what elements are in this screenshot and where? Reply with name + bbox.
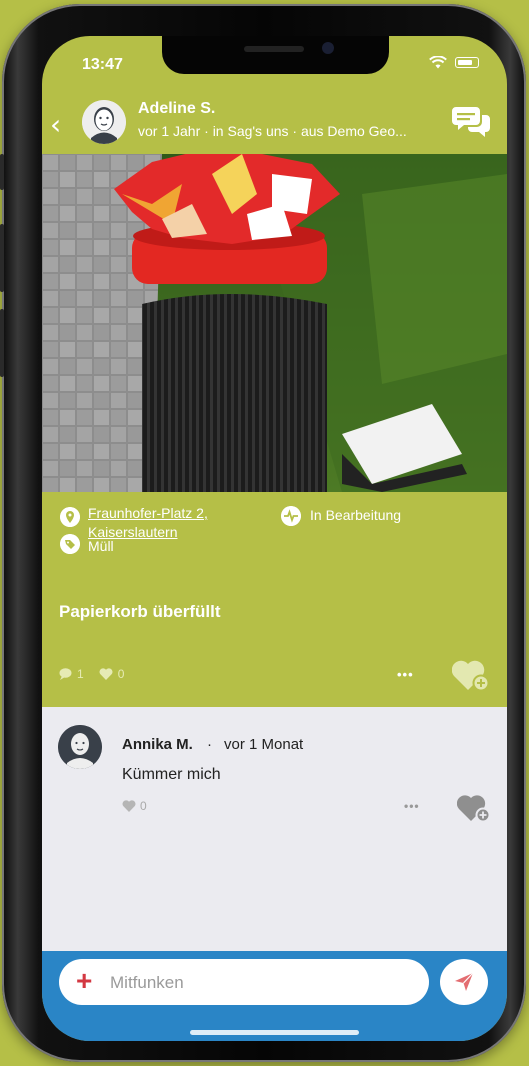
comment-separator: ·	[207, 736, 212, 753]
post-info: Fraunhofer-Platz 2, Kaiserslautern In Be…	[42, 492, 507, 707]
comment-composer: +	[42, 951, 507, 1041]
trash-bin-image	[42, 154, 507, 492]
battery-icon	[455, 57, 479, 68]
back-chevron-icon[interactable]: ‹	[50, 108, 61, 141]
post-status: In Bearbeitung	[310, 507, 402, 523]
heart-plus-icon[interactable]	[452, 659, 490, 692]
volume-down-button	[0, 309, 4, 377]
post-author-name[interactable]: Adeline S.	[138, 100, 215, 118]
like-count: 0	[117, 667, 125, 681]
send-button[interactable]	[440, 959, 488, 1005]
screen: 13:47 ‹ Adeline S. vor 1 Jahr · in Sag's…	[42, 36, 507, 1041]
comment-like-count: 0	[140, 799, 147, 813]
post-title: Papierkorb überfüllt	[59, 602, 221, 621]
chat-bubbles-icon[interactable]	[452, 104, 490, 138]
post-meta: vor 1 Jahr · in Sag's uns · aus Demo Geo…	[138, 123, 407, 139]
post-photo[interactable]	[42, 154, 507, 492]
address-line-1: Fraunhofer-Platz 2,	[88, 505, 208, 521]
comment-count: 1	[77, 667, 84, 681]
location-pin-icon	[60, 507, 80, 527]
home-indicator	[190, 1030, 359, 1035]
avatar-face-icon	[58, 725, 102, 769]
heart-icon[interactable]	[122, 800, 136, 812]
silent-switch	[0, 154, 4, 190]
front-camera	[322, 42, 334, 54]
add-attachment-icon[interactable]: +	[76, 967, 92, 995]
comment-input[interactable]	[108, 959, 412, 1007]
post-counts: 1 0	[59, 667, 124, 681]
volume-up-button	[0, 224, 4, 292]
pulse-icon	[281, 506, 301, 526]
notch	[162, 36, 389, 74]
address-line-2: Kaiserslautern	[88, 524, 178, 540]
wifi-icon	[429, 56, 447, 69]
comment-time: vor 1 Monat	[224, 736, 304, 753]
heart-plus-icon[interactable]	[457, 793, 491, 823]
heart-icon	[99, 668, 113, 680]
commenter-name[interactable]: Annika M.	[122, 736, 193, 753]
comments-section: Annika M. · vor 1 Monat Kümmer mich 0 ••…	[42, 707, 507, 951]
author-avatar[interactable]	[82, 100, 126, 144]
post-category: Müll	[88, 538, 114, 554]
comment-text: Kümmer mich	[122, 766, 221, 783]
post-more-button[interactable]: •••	[397, 667, 414, 682]
comment-likes: 0	[122, 799, 147, 813]
status-icons	[429, 56, 479, 69]
commenter-avatar[interactable]	[58, 725, 102, 769]
post-address-link[interactable]: Fraunhofer-Platz 2, Kaiserslautern	[88, 504, 268, 542]
speaker	[244, 46, 304, 52]
post-header: ‹ Adeline S. vor 1 Jahr · in Sag's uns ·…	[42, 96, 507, 154]
avatar-face-icon	[82, 100, 126, 144]
comment-more-button[interactable]: •••	[404, 799, 420, 813]
send-icon	[455, 972, 474, 991]
status-time: 13:47	[82, 56, 123, 73]
tag-icon	[60, 534, 80, 554]
phone-frame: 13:47 ‹ Adeline S. vor 1 Jahr · in Sag's…	[0, 4, 526, 1062]
comment-icon	[59, 668, 72, 680]
